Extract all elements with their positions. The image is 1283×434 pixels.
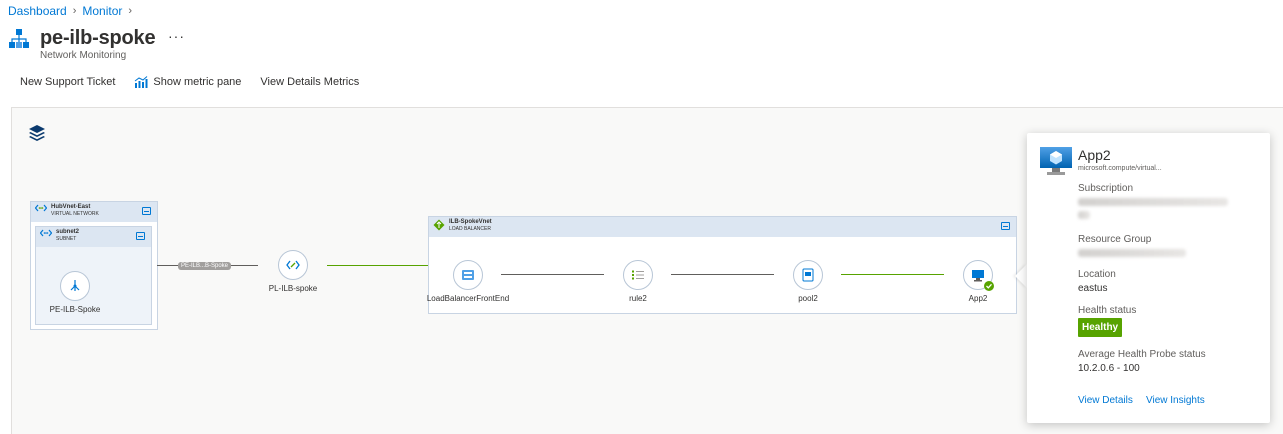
breadcrumb-dashboard[interactable]: Dashboard [8, 4, 67, 18]
loadbalancer-name: ILB-SpokeVnet [449, 219, 492, 225]
collapse-icon[interactable] [136, 232, 145, 240]
healthy-check-icon [984, 281, 994, 291]
new-support-ticket-button[interactable]: New Support Ticket [20, 76, 115, 88]
subscription-value-redacted [1078, 198, 1228, 206]
hubvnet-type: VIRTUAL NETWORK [51, 211, 99, 217]
panel-title: App2 [1078, 147, 1111, 163]
page-header: pe-ilb-spoke Network Monitoring [8, 26, 156, 61]
app-node[interactable]: App2 [948, 260, 1008, 303]
backend-pool-icon [793, 260, 823, 290]
probe-status-value: 10.2.0.6 - 100 [1078, 363, 1140, 374]
app-node-label: App2 [968, 294, 988, 303]
resource-group-value-redacted [1078, 249, 1186, 257]
hubvnet-name: HubVnet-East [51, 204, 91, 210]
panel-resource-type: microsoft.compute/virtual... [1078, 165, 1162, 172]
location-value: eastus [1078, 283, 1108, 294]
new-support-ticket-label: New Support Ticket [20, 76, 116, 88]
vnet-icon [35, 204, 47, 212]
page-title: pe-ilb-spoke [40, 27, 156, 49]
subscription-label: Subscription [1078, 183, 1134, 194]
frontend-ip-icon [453, 260, 483, 290]
loadbalancer-group-header: ILB-SpokeVnet LOAD BALANCER [429, 217, 1016, 237]
subnet-group-header: subnet2 SUBNET [36, 227, 151, 247]
edge-frontend-rule [501, 274, 604, 275]
subnet-name: subnet2 [56, 229, 80, 235]
frontend-node-label: LoadBalancerFrontEnd [426, 294, 510, 303]
edge-label: PE-ILB...B-Spoke [178, 262, 232, 270]
pool-node-label: pool2 [798, 294, 818, 303]
health-status-label: Health status [1078, 305, 1137, 316]
edge-pl-lb [327, 265, 428, 266]
subscription-value-redacted [1078, 211, 1090, 219]
show-metric-pane-button[interactable]: Show metric pane [134, 76, 241, 88]
pool-node[interactable]: pool2 [778, 260, 838, 303]
load-balancer-icon [433, 219, 445, 231]
command-bar: New Support Ticket Show metric pane View… [20, 76, 359, 88]
pe-node-label: PE-ILB-Spoke [49, 305, 101, 314]
page-subtitle: Network Monitoring [40, 50, 127, 61]
breadcrumb: Dashboard › Monitor › [8, 4, 132, 18]
pl-node-label: PL-ILB-spoke [268, 284, 318, 293]
subnet-type: SUBNET [56, 236, 77, 242]
private-link-icon [278, 250, 308, 280]
chevron-right-icon: › [72, 5, 77, 17]
chevron-right-icon: › [128, 5, 133, 17]
resource-group-label: Resource Group [1078, 234, 1152, 245]
edge-pool-app [841, 274, 944, 275]
location-label: Location [1078, 269, 1116, 280]
pl-node[interactable]: PL-ILB-spoke [263, 250, 323, 293]
frontend-node[interactable]: LoadBalancerFrontEnd [426, 260, 510, 303]
view-details-link[interactable]: View Details [1078, 395, 1133, 406]
collapse-icon[interactable] [142, 207, 151, 215]
resource-details-panel: App2 microsoft.compute/virtual... Subscr… [1027, 133, 1270, 423]
show-metric-pane-label: Show metric pane [153, 76, 242, 88]
more-options-button[interactable]: ··· [168, 28, 185, 44]
hubvnet-group-header: HubVnet-East VIRTUAL NETWORK [31, 202, 157, 222]
view-insights-link[interactable]: View Insights [1146, 395, 1205, 406]
private-endpoint-icon [60, 271, 90, 301]
subnet-icon [40, 229, 52, 237]
loadbalancer-type: LOAD BALANCER [449, 226, 491, 232]
rule-node-label: rule2 [629, 294, 647, 303]
health-status-badge: Healthy [1078, 318, 1123, 337]
collapse-icon[interactable] [1001, 222, 1010, 230]
breadcrumb-monitor[interactable]: Monitor [82, 4, 122, 18]
view-details-metrics-button[interactable]: View Details Metrics [260, 76, 359, 88]
rule-icon [623, 260, 653, 290]
virtual-machine-icon [1040, 147, 1072, 175]
panel-pointer [1015, 264, 1027, 288]
edge-rule-pool [671, 274, 774, 275]
rule-node[interactable]: rule2 [608, 260, 668, 303]
chart-icon [135, 76, 148, 88]
loadbalancer-group[interactable]: ILB-SpokeVnet LOAD BALANCER [428, 216, 1017, 314]
layers-icon[interactable] [28, 124, 46, 142]
pe-node[interactable]: PE-ILB-Spoke [44, 271, 106, 314]
view-details-metrics-label: View Details Metrics [260, 76, 360, 88]
probe-status-label: Average Health Probe status [1078, 349, 1206, 360]
network-topology-icon [9, 29, 29, 48]
virtual-machine-icon [963, 260, 994, 291]
